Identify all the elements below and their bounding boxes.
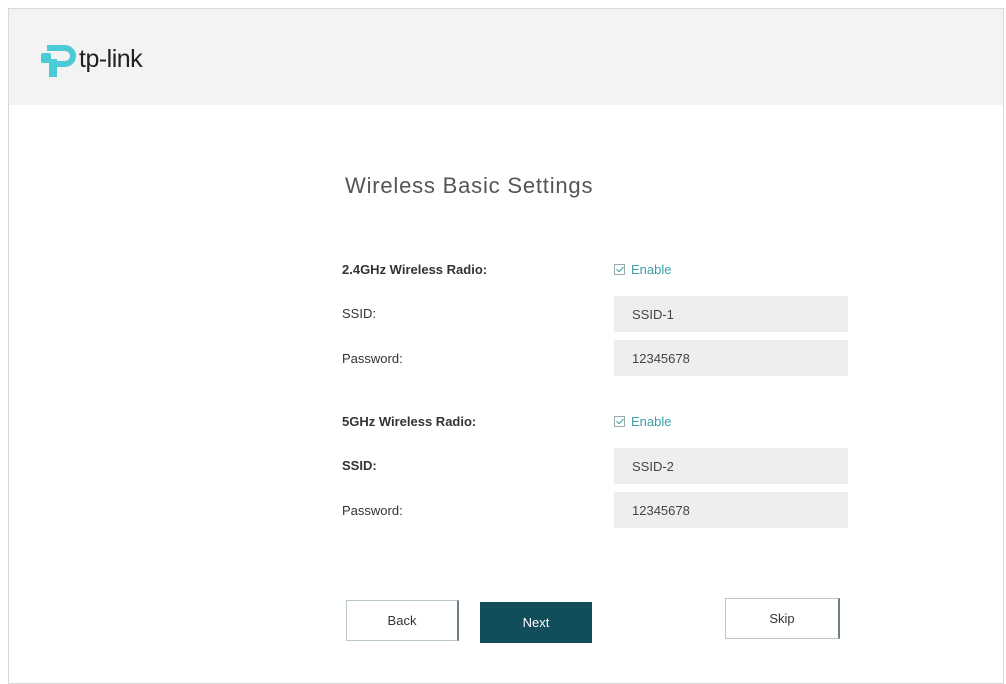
ssid-5ghz-label: SSID: [342, 458, 377, 473]
checkbox-checked-icon[interactable] [614, 416, 625, 427]
password-24ghz-label: Password: [342, 351, 403, 366]
back-button[interactable]: Back [346, 600, 459, 641]
radio-5ghz-enable[interactable]: Enable [614, 414, 671, 429]
radio-24ghz-enable[interactable]: Enable [614, 262, 671, 277]
radio-24ghz-label: 2.4GHz Wireless Radio: [342, 262, 488, 277]
radio-5ghz-enable-label: Enable [631, 414, 672, 429]
tp-link-logo-icon [41, 45, 76, 77]
skip-button[interactable]: Skip [725, 598, 840, 639]
tp-link-logo: tp-link [39, 37, 143, 81]
ssid-24ghz-label: SSID: [342, 306, 376, 321]
page-title: Wireless Basic Settings [345, 173, 594, 198]
next-button[interactable]: Next [480, 602, 592, 643]
password-5ghz-input[interactable] [614, 492, 848, 528]
radio-5ghz-label: 5GHz Wireless Radio: [342, 414, 477, 429]
checkbox-checked-icon[interactable] [614, 264, 625, 275]
password-5ghz-label: Password: [342, 503, 403, 518]
ssid-24ghz-input[interactable] [614, 296, 848, 332]
setup-wizard-frame: tp-link Wireless Basic Settings 2.4GHz W… [8, 8, 1004, 684]
header-bar: tp-link [9, 9, 1003, 105]
password-24ghz-input[interactable] [614, 340, 848, 376]
ssid-5ghz-input[interactable] [614, 448, 848, 484]
radio-24ghz-enable-label: Enable [631, 262, 672, 277]
logo-text: tp-link [79, 44, 143, 73]
